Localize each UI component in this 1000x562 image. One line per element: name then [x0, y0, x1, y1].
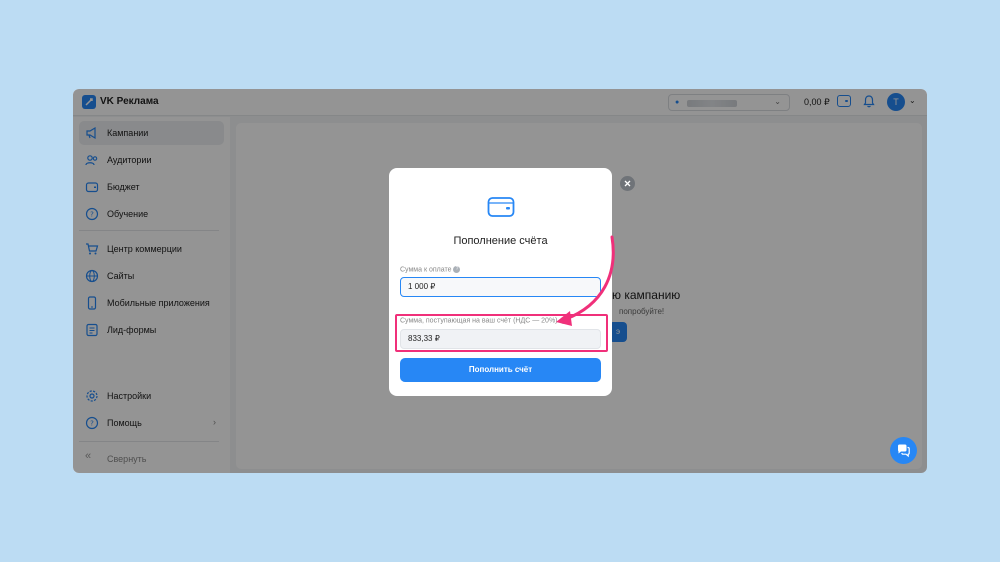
- amount-label: Сумма к оплате?: [400, 266, 461, 274]
- close-icon: [624, 180, 631, 187]
- help-icon[interactable]: ?: [453, 266, 461, 273]
- chat-button[interactable]: [890, 437, 917, 464]
- annotation-arrow: [556, 235, 615, 326]
- wallet-icon: [487, 197, 515, 217]
- modal-close-button[interactable]: [620, 176, 635, 191]
- top-up-button[interactable]: Пополнить счёт: [400, 358, 601, 382]
- amount-label-text: Сумма к оплате: [400, 266, 452, 274]
- chat-icon: [898, 444, 910, 458]
